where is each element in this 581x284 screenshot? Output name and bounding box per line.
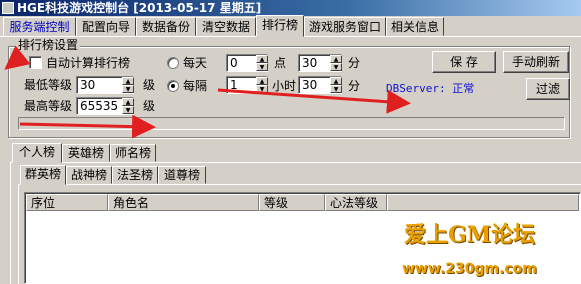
arrow-to-progress xyxy=(19,114,156,139)
arrow-to-checkbox xyxy=(4,45,31,70)
subtab-master[interactable]: 师名榜 xyxy=(110,144,156,162)
subtab-personal[interactable]: 个人榜 xyxy=(12,143,62,163)
column-level[interactable]: 等级 xyxy=(259,194,325,211)
watermark-url: www.230gm.com xyxy=(402,261,537,277)
tab-leaderboard[interactable]: 排行榜 xyxy=(256,15,304,37)
subtab2-zhanshen[interactable]: 战神榜 xyxy=(66,166,112,184)
arrow-to-status xyxy=(217,88,411,114)
subtab-hero[interactable]: 英雄榜 xyxy=(62,144,110,162)
watermark-title: 爱上GM论坛 xyxy=(404,222,536,248)
column-character-name[interactable]: 角色名 xyxy=(108,194,259,211)
column-rank[interactable]: 序位 xyxy=(26,194,108,211)
column-skill-level[interactable]: 心法等级 xyxy=(325,194,387,211)
subtab2-daozun[interactable]: 道尊榜 xyxy=(158,166,206,184)
subtab2-fasheng[interactable]: 法圣榜 xyxy=(112,166,158,184)
subtab2-qunying[interactable]: 群英榜 xyxy=(20,165,66,185)
column-filler xyxy=(387,194,579,211)
